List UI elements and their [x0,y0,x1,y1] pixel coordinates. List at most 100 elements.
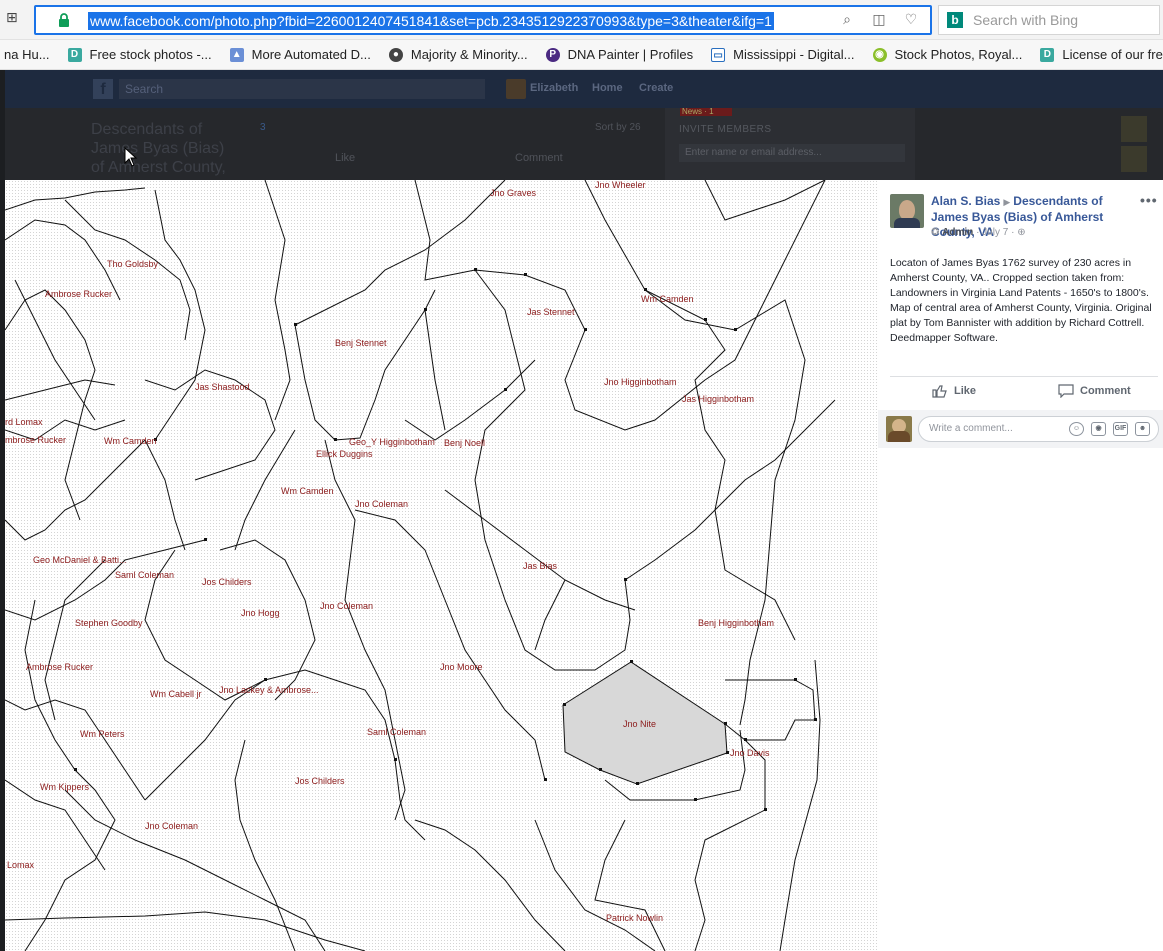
like-button-dimmed: Like [335,152,356,164]
nav-home-link[interactable]: Home [592,82,623,94]
browser-window: ⊞ www.facebook.com/photo.php?fbid=226001… [0,0,1163,951]
bookmark-label: DNA Painter | Profiles [567,47,694,62]
lock-icon [59,13,69,27]
comment-placeholder: Write a comment... [929,423,1013,434]
emoji-icon[interactable]: ☺ [1069,422,1084,436]
avatar[interactable] [890,194,924,228]
bookmark-favicon-icon: ▭ [711,47,726,62]
bookmark-item[interactable]: ▲ More Automated D... [229,47,371,62]
facebook-dimmed-content: Descendants of James Byas (Bias) of Amhe… [5,108,1163,180]
avatar [886,416,912,442]
bookmark-favicon-icon: ◉ [872,47,887,62]
map-label: Patrick Nowlin [606,913,664,923]
post-body: Locaton of James Byas 1762 survey of 230… [890,257,1152,344]
bookmark-item[interactable]: P DNA Painter | Profiles [545,47,694,62]
map-label: Jas Stennet [527,307,575,317]
bing-search-field[interactable]: b Search with Bing [938,5,1160,35]
url-text[interactable]: www.facebook.com/photo.php?fbid=22600124… [88,12,774,30]
bing-icon: b [947,12,963,28]
sidebar-thumbnails [1121,116,1149,176]
bookmark-item[interactable]: ▭ Mississippi - Digital... [711,47,855,62]
map-label: Benj Noell [444,438,486,448]
thumbs-up-icon [932,385,947,398]
invite-members-title: INVITE MEMBERS [679,124,772,135]
nav-profile-link[interactable]: Elizabeth [530,82,578,94]
map-label: Wm Kippers [40,782,90,792]
bookmark-favicon-icon: D [1040,47,1055,62]
bookmark-item[interactable]: ● Majority & Minority... [388,47,528,62]
map-label: Ambrose Rucker [26,662,94,672]
map-label: Jno Coleman [145,821,199,831]
post-date[interactable]: July 7 [982,227,1008,238]
map-label: Geo McDaniel & Batti... [33,555,127,565]
more-options-icon[interactable]: ••• [1140,192,1158,208]
nav-create-link[interactable]: Create [639,82,673,94]
bookmark-label: License of our free... [1062,47,1163,62]
privacy-globe-icon: ⊕ [1017,227,1026,238]
map-label: Geo_Y Higginbotham [349,437,435,447]
map-label: Benj Higginbotham [698,618,775,628]
map-label: Jno Moore [440,662,483,672]
map-label: Stephen Goodby [75,618,143,628]
arrow-right-icon: ▶ [1003,197,1011,207]
invite-input: Enter name or email address... [679,144,905,162]
screenshot-icon[interactable]: ◫ [870,11,888,29]
bookmark-item[interactable]: na Hu... [4,47,50,62]
comment-input[interactable]: Write a comment... ☺ ◉ GIF ☻ [918,416,1159,442]
map-label: Saml Coleman [367,727,427,737]
gif-icon[interactable]: GIF [1113,422,1128,436]
map-label: Jno Graves [490,188,537,198]
facebook-logo-icon[interactable]: f [93,79,113,99]
map-label: Saml Coleman [115,570,175,580]
invite-members-panel: INVITE MEMBERS Enter name or email addre… [665,108,915,180]
author-link[interactable]: Alan S. Bias [931,194,1000,208]
group-title: Descendants of James Byas (Bias) of Amhe… [91,121,226,176]
bookmarks-bar: na Hu... D Free stock photos -... ▲ More A… [0,40,1163,70]
admin-shield-icon: ✪ [931,227,940,238]
map-label: Wm Cabell jr [150,689,202,699]
zoom-icon[interactable]: ⌕ [838,11,856,29]
map-label: Jos Childers [202,577,252,587]
bookmark-item[interactable]: D License of our free... [1040,47,1163,62]
map-label: Jas Higginbotham [682,394,755,404]
apps-grid-icon[interactable]: ⊞ [6,10,22,26]
bookmark-label: Mississippi - Digital... [733,47,855,62]
url-field[interactable]: www.facebook.com/photo.php?fbid=22600124… [34,5,932,35]
bookmark-label: Free stock photos -... [89,47,212,62]
like-label: Like [954,385,977,397]
bookmark-label: More Automated D... [251,47,371,62]
map-label: Jas Shastood [195,382,250,392]
favorite-heart-icon[interactable]: ♡ [902,11,920,29]
avatar[interactable] [506,79,526,99]
map-label: Wm Camden [281,486,334,496]
map-label: Jno Lackey & Ambrose... [219,685,319,695]
map-label: rd Lomax [5,417,43,427]
mouse-cursor-icon [124,147,138,167]
comment-label: Comment [1080,385,1131,397]
news-badge: News · 1 [680,108,732,116]
map-label: Jno Wheeler [595,180,646,190]
bookmark-item[interactable]: D Free stock photos -... [67,47,212,62]
map-label: Wm Camden [104,436,157,446]
address-bar-row: ⊞ www.facebook.com/photo.php?fbid=226001… [0,0,1163,40]
like-button[interactable]: Like [932,384,976,398]
map-label: Benj Stennet [335,338,387,348]
map-label: Lomax [7,860,35,870]
map-label: mbrose Rucker [5,435,67,445]
bookmark-label: Majority & Minority... [410,47,528,62]
photo-viewer[interactable]: Jno Graves Jno Wheeler Tho Goldsby Ambro… [5,180,878,951]
map-label: Ambrose Rucker [45,289,113,299]
facebook-search-input[interactable]: Search [119,79,485,99]
camera-icon[interactable]: ◉ [1091,422,1106,436]
admin-badge: Admin [942,227,974,238]
post-meta: ✪ Admin · July 7 · ⊕ [931,227,1026,238]
sticker-icon[interactable]: ☻ [1135,422,1150,436]
map-label: Jno Davis [730,748,770,758]
bookmark-favicon-icon: ● [388,47,403,62]
comment-button[interactable]: Comment [1058,384,1131,398]
comment-composer: Write a comment... ☺ ◉ GIF ☻ [878,410,1163,448]
map-label: Ellick Duggins [316,449,373,459]
reaction-count: 3 [260,122,266,133]
bookmark-item[interactable]: ◉ Stock Photos, Royal... [872,47,1022,62]
bookmark-favicon-icon: P [545,47,560,62]
